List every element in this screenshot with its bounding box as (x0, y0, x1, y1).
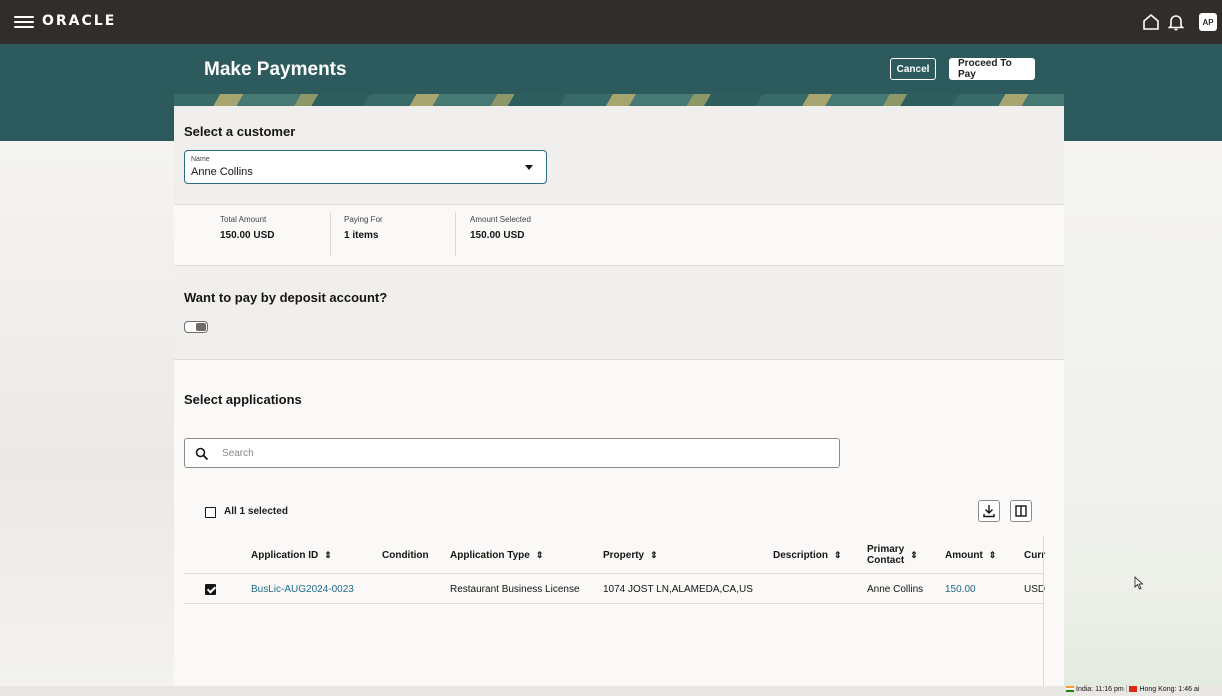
summary-divider (330, 212, 331, 256)
home-icon[interactable] (1141, 12, 1161, 32)
primary-contact-cell: Anne Collins (867, 584, 924, 595)
sort-icon: ⇕ (910, 549, 918, 560)
deposit-account-toggle[interactable] (184, 321, 208, 333)
avatar[interactable]: AP (1199, 13, 1217, 31)
table-right-edge (1043, 536, 1044, 696)
column-header-label: Primary Contact (867, 544, 904, 566)
deposit-section: Want to pay by deposit account? (174, 266, 1064, 360)
column-header-application-id[interactable]: Application ID ⇕ (251, 550, 332, 561)
select-all-checkbox[interactable] (205, 507, 216, 518)
table-header-divider (184, 573, 1043, 574)
customer-section: Select a customer Name Anne Collins (174, 106, 1064, 205)
background-right (1064, 141, 1222, 686)
total-amount-label: Total Amount (220, 215, 267, 224)
paying-for-value: 1 items (344, 230, 379, 241)
column-header-label-line2: Contact (867, 555, 905, 566)
total-amount: Total Amount 150.00 USD (220, 215, 274, 241)
background-left (0, 141, 174, 686)
deposit-section-title: Want to pay by deposit account? (184, 290, 388, 305)
all-selected-label: All 1 selected (224, 506, 288, 517)
sort-icon: ⇕ (535, 550, 544, 560)
application-type-cell: Restaurant Business License (450, 584, 580, 595)
amount-link[interactable]: 150.00 (945, 584, 976, 595)
cancel-button[interactable]: Cancel (890, 58, 936, 80)
download-button[interactable] (978, 500, 1000, 522)
bottom-strip (0, 686, 1222, 696)
column-header-description[interactable]: Description ⇕ (773, 550, 842, 561)
column-header-application-type[interactable]: Application Type ⇕ (450, 550, 543, 561)
amount-selected-label: Amount Selected (470, 215, 531, 224)
page-title: Make Payments (204, 59, 347, 80)
menu-icon[interactable] (14, 13, 34, 31)
column-header-amount[interactable]: Amount ⇕ (945, 550, 996, 561)
table-row-divider (184, 603, 1043, 604)
search-input[interactable]: Search (184, 438, 840, 468)
sort-icon: ⇕ (988, 550, 997, 560)
payment-summary: Total Amount 150.00 USD Paying For 1 ite… (174, 205, 1064, 266)
sort-icon: ⇕ (324, 550, 332, 560)
payment-card: Select a customer Name Anne Collins Tota… (174, 106, 1064, 696)
search-icon (195, 447, 209, 461)
download-icon (983, 505, 995, 518)
name-field-label: Name (191, 156, 210, 163)
column-header-currency[interactable]: Curr (1024, 550, 1045, 561)
currency-cell: USD (1024, 584, 1046, 595)
proceed-to-pay-button[interactable]: Proceed To Pay (949, 58, 1035, 80)
row-checkbox[interactable] (205, 584, 216, 595)
hong-kong-time: Hong Kong: 1:46 ai (1139, 686, 1200, 693)
summary-divider (455, 212, 456, 256)
bell-icon[interactable] (1166, 12, 1186, 32)
india-time: India: 11:16 pm (1076, 686, 1124, 693)
property-cell: 1074 JOST LN,ALAMEDA,CA,US (603, 584, 753, 595)
application-id-link[interactable]: BusLic-AUG2024-0023 (251, 584, 354, 595)
columns-button[interactable] (1010, 500, 1032, 522)
column-header-label: Application ID (251, 550, 319, 561)
column-header-label: Property (603, 550, 645, 561)
column-header-label: Amount (945, 550, 983, 561)
sort-icon: ⇕ (834, 550, 842, 560)
column-header-primary-contact[interactable]: Primary Contact ⇕ (867, 544, 918, 566)
column-header-label: Application Type (450, 550, 530, 561)
world-clock-status: India: 11:16 pm | Hong Kong: 1:46 ai (1066, 686, 1199, 693)
customer-section-title: Select a customer (184, 124, 296, 139)
india-flag-icon (1066, 686, 1074, 693)
column-header-label-line1: Primary (867, 544, 905, 555)
top-bar: ORACLE AP (0, 0, 1222, 44)
chevron-down-icon[interactable] (525, 165, 533, 170)
customer-name-select[interactable]: Name Anne Collins (184, 150, 547, 184)
column-header-condition[interactable]: Condition (382, 550, 429, 561)
amount-selected-value: 150.00 USD (470, 230, 525, 241)
column-header-label: Description (773, 550, 829, 561)
applications-section-title: Select applications (184, 392, 302, 407)
mouse-pointer-icon (1134, 576, 1144, 590)
column-header-label: Condition (382, 550, 429, 561)
amount-selected: Amount Selected 150.00 USD (470, 215, 531, 241)
total-amount-value: 150.00 USD (220, 230, 275, 241)
column-header-label: Curr (1024, 550, 1046, 561)
paying-for: Paying For 1 items (344, 215, 383, 241)
sort-icon: ⇕ (650, 550, 658, 560)
search-placeholder: Search (222, 448, 254, 459)
oracle-logo: ORACLE (42, 13, 117, 29)
name-field-value: Anne Collins (191, 166, 253, 178)
column-header-property[interactable]: Property ⇕ (603, 550, 658, 561)
paying-for-label: Paying For (344, 215, 383, 224)
columns-icon (1015, 505, 1027, 517)
hong-kong-flag-icon (1129, 686, 1138, 693)
